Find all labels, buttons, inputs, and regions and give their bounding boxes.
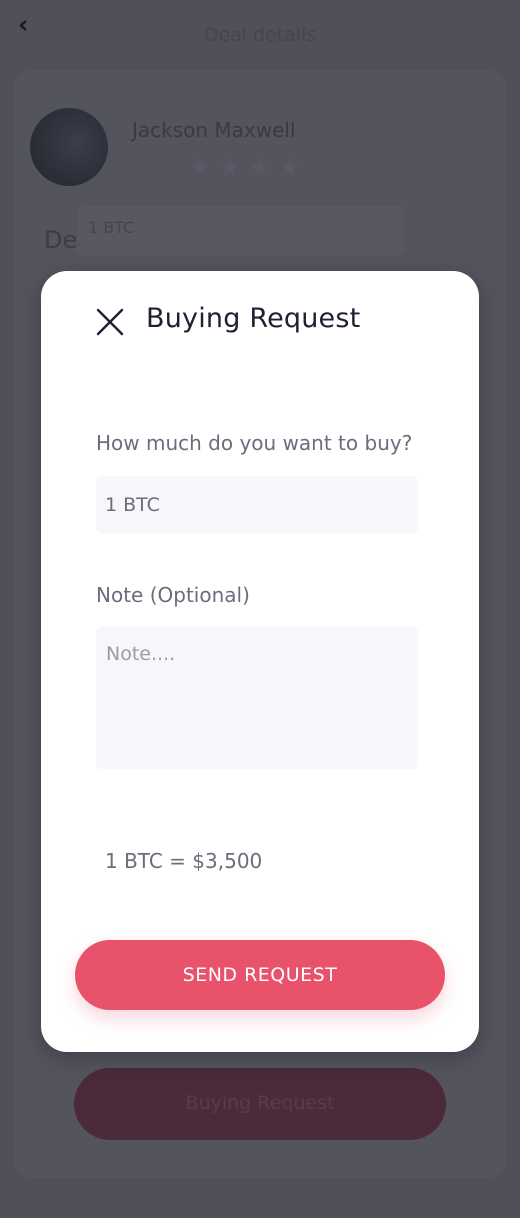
buying-request-modal: Buying Request How much do you want to b…	[41, 271, 479, 1052]
user-name: Jackson Maxwell	[132, 118, 296, 142]
header-title: Deal details	[203, 24, 317, 46]
star-icon: ★	[219, 156, 240, 181]
send-request-button[interactable]: SEND REQUEST	[75, 940, 445, 1010]
star-icon: ★	[190, 156, 210, 181]
rating-stars: ★ ★ ★ ★	[190, 156, 299, 182]
exchange-rate-text: 1 BTC = $3,500	[105, 849, 263, 873]
amount-field-value: 1 BTC	[88, 218, 135, 237]
section-label: De	[44, 226, 78, 254]
amount-label: How much do you want to buy?	[96, 431, 413, 455]
buying-request-button-label: Buying Request	[185, 1092, 335, 1114]
amount-input[interactable]	[96, 476, 418, 533]
star-icon: ★	[279, 156, 299, 181]
modal-title: Buying Request	[146, 303, 361, 334]
note-label: Note (Optional)	[96, 583, 250, 607]
star-icon: ★	[249, 156, 270, 181]
note-textarea[interactable]	[96, 627, 418, 769]
close-icon[interactable]	[96, 308, 124, 336]
avatar	[30, 108, 108, 186]
